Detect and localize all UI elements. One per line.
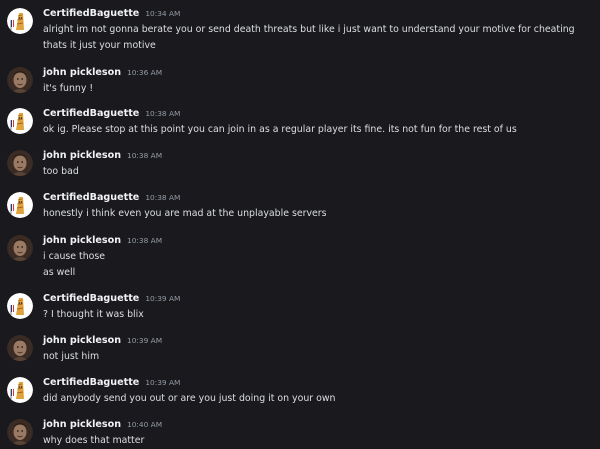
timestamp: 10:38 AM [127, 151, 163, 160]
avatar[interactable] [7, 108, 33, 134]
timestamp: 10:40 AM [127, 420, 163, 429]
avatar[interactable] [7, 150, 33, 176]
message-text: honestly i think even you are mad at the… [43, 208, 327, 219]
timestamp: 10:38 AM [127, 236, 163, 245]
message-text: not just him [43, 351, 100, 362]
username[interactable]: john pickleson [43, 150, 121, 161]
username[interactable]: CertifiedBaguette [43, 377, 139, 388]
timestamp: 10:38 AM [145, 109, 181, 118]
avatar[interactable] [7, 419, 33, 445]
message-text: did anybody send you out or are you just… [43, 393, 336, 404]
timestamp: 10:39 AM [145, 294, 181, 303]
avatar[interactable] [7, 335, 33, 361]
timestamp: 10:39 AM [127, 336, 163, 345]
avatar[interactable] [7, 67, 33, 93]
avatar[interactable] [7, 8, 33, 34]
chat-messages: CertifiedBaguette 10:34 AM alright im not … [0, 0, 600, 447]
message-text: ok ig. Please stop at this point you can… [43, 124, 517, 135]
username[interactable]: john pickleson [43, 335, 121, 346]
username[interactable]: CertifiedBaguette [43, 8, 139, 19]
username[interactable]: CertifiedBaguette [43, 108, 139, 119]
avatar[interactable] [7, 192, 33, 218]
message-text: alright im not gonna berate you or send … [43, 24, 575, 35]
avatar[interactable] [7, 293, 33, 319]
username[interactable]: john pickleson [43, 67, 121, 78]
username[interactable]: CertifiedBaguette [43, 192, 139, 203]
username[interactable]: CertifiedBaguette [43, 293, 139, 304]
timestamp: 10:34 AM [145, 9, 181, 18]
message-text: ? I thought it was blix [43, 309, 144, 320]
message-text: it's funny ! [43, 83, 94, 94]
username[interactable]: john pickleson [43, 235, 121, 246]
timestamp: 10:39 AM [145, 378, 181, 387]
message-text: i cause those [43, 251, 106, 262]
avatar[interactable] [7, 377, 33, 403]
avatar[interactable] [7, 235, 33, 261]
message-text: as well [43, 267, 76, 278]
timestamp: 10:38 AM [145, 193, 181, 202]
username[interactable]: john pickleson [43, 419, 121, 430]
message-text: too bad [43, 166, 79, 177]
timestamp: 10:36 AM [127, 68, 163, 77]
message-text: thats it just your motive [43, 40, 156, 51]
